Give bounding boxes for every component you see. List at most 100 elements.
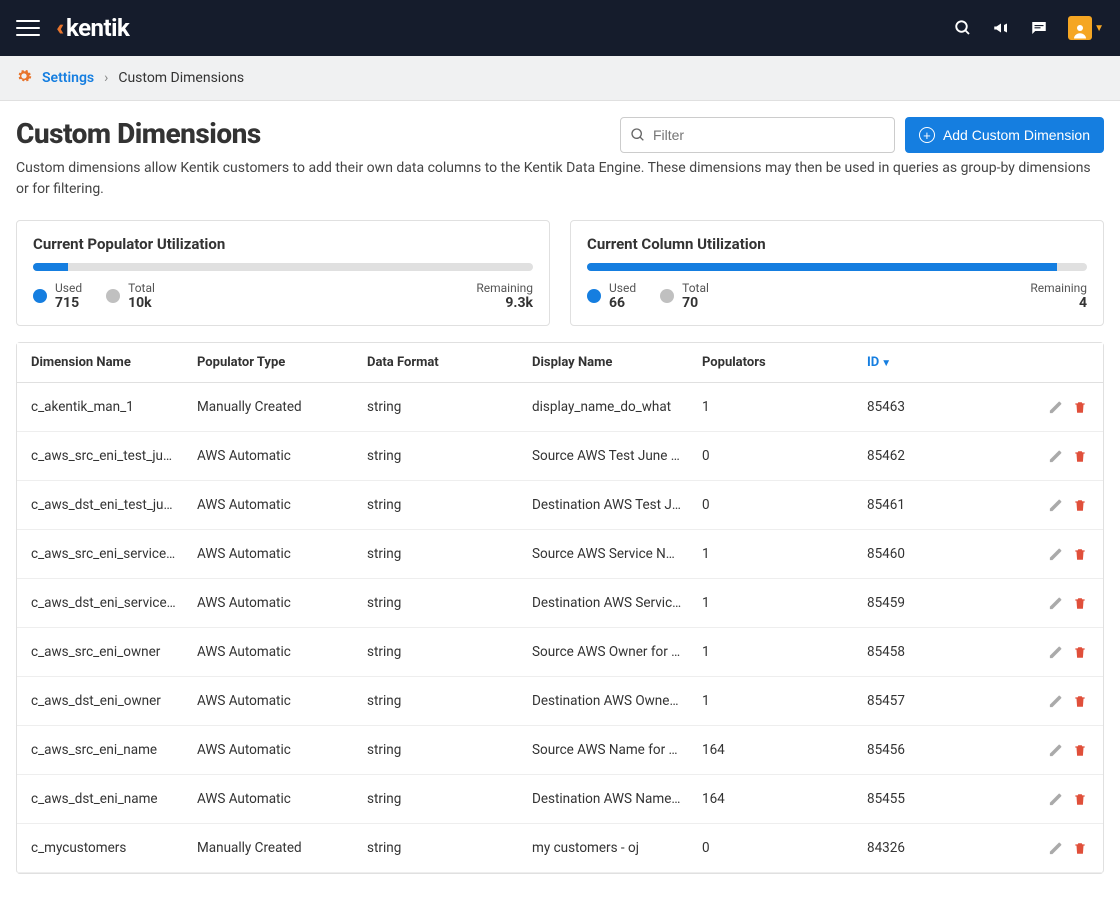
util-stats: Used 66 Total 70 Remaining 4 — [587, 281, 1087, 311]
col-data-format[interactable]: Data Format — [357, 343, 522, 383]
edit-icon[interactable] — [1048, 841, 1063, 856]
trash-icon[interactable] — [1073, 694, 1087, 709]
edit-icon[interactable] — [1048, 645, 1063, 660]
cell-populators: 0 — [692, 432, 857, 481]
cell-populators: 1 — [692, 383, 857, 432]
used-stat: Used 715 — [33, 281, 82, 311]
trash-icon[interactable] — [1073, 645, 1087, 660]
col-display-name[interactable]: Display Name — [522, 343, 692, 383]
col-populator-type[interactable]: Populator Type — [187, 343, 357, 383]
progress-bar — [587, 263, 1087, 271]
topbar-right: ▼ — [954, 16, 1104, 40]
cell-actions — [1027, 481, 1103, 530]
cell-actions — [1027, 530, 1103, 579]
cell-display: Destination AWS Name f... — [522, 775, 692, 824]
table-row[interactable]: c_aws_src_eni_service_n...AWS Automatics… — [17, 530, 1103, 579]
table-row[interactable]: c_aws_src_eni_ownerAWS AutomaticstringSo… — [17, 628, 1103, 677]
cell-poptype: AWS Automatic — [187, 530, 357, 579]
cell-id: 84326 — [857, 824, 1027, 873]
breadcrumb-root[interactable]: Settings — [42, 70, 94, 86]
col-dimension-name[interactable]: Dimension Name — [17, 343, 187, 383]
dimensions-table: Dimension Name Populator Type Data Forma… — [17, 343, 1103, 873]
cell-display: Source AWS Service Nam... — [522, 530, 692, 579]
header-actions: + Add Custom Dimension — [620, 117, 1104, 153]
dot-icon — [106, 289, 120, 303]
cell-actions — [1027, 383, 1103, 432]
cell-format: string — [357, 628, 522, 677]
cell-format: string — [357, 530, 522, 579]
trash-icon[interactable] — [1073, 841, 1087, 856]
edit-icon[interactable] — [1048, 547, 1063, 562]
cell-display: Destination AWS Test Jun... — [522, 481, 692, 530]
chat-icon[interactable] — [1030, 19, 1048, 37]
table-scroll[interactable]: Dimension Name Populator Type Data Forma… — [17, 343, 1103, 873]
trash-icon[interactable] — [1073, 547, 1087, 562]
cell-format: string — [357, 775, 522, 824]
table-row[interactable]: c_aws_dst_eni_nameAWS AutomaticstringDes… — [17, 775, 1103, 824]
edit-icon[interactable] — [1048, 498, 1063, 513]
cell-name: c_aws_dst_eni_name — [17, 775, 187, 824]
used-stat: Used 66 — [587, 281, 636, 311]
utilization-row: Current Populator Utilization Used 715 T… — [16, 220, 1104, 326]
edit-icon[interactable] — [1048, 400, 1063, 415]
table-row[interactable]: c_aws_dst_eni_service_n...AWS Automatics… — [17, 579, 1103, 628]
dimensions-table-wrap: Dimension Name Populator Type Data Forma… — [16, 342, 1104, 874]
search-icon[interactable] — [954, 19, 972, 37]
megaphone-icon[interactable] — [992, 19, 1010, 37]
cell-poptype: AWS Automatic — [187, 579, 357, 628]
col-id[interactable]: ID▼ — [857, 343, 1027, 383]
trash-icon[interactable] — [1073, 792, 1087, 807]
col-populators[interactable]: Populators — [692, 343, 857, 383]
trash-icon[interactable] — [1073, 449, 1087, 464]
edit-icon[interactable] — [1048, 449, 1063, 464]
cell-id: 85455 — [857, 775, 1027, 824]
trash-icon[interactable] — [1073, 596, 1087, 611]
cell-actions — [1027, 628, 1103, 677]
trash-icon[interactable] — [1073, 743, 1087, 758]
add-custom-dimension-button[interactable]: + Add Custom Dimension — [905, 117, 1104, 153]
cell-name: c_aws_dst_eni_test_june — [17, 481, 187, 530]
used-label: Used — [609, 281, 636, 295]
filter-box — [620, 117, 895, 153]
cell-poptype: AWS Automatic — [187, 432, 357, 481]
edit-icon[interactable] — [1048, 694, 1063, 709]
cell-name: c_aws_dst_eni_service_n... — [17, 579, 187, 628]
cell-name: c_mycustomers — [17, 824, 187, 873]
chevron-right-icon: › — [104, 70, 108, 86]
edit-icon[interactable] — [1048, 792, 1063, 807]
cell-name: c_aws_src_eni_service_n... — [17, 530, 187, 579]
trash-icon[interactable] — [1073, 400, 1087, 415]
trash-icon[interactable] — [1073, 498, 1087, 513]
gear-icon — [16, 68, 32, 88]
table-row[interactable]: c_aws_dst_eni_test_juneAWS Automaticstri… — [17, 481, 1103, 530]
logo[interactable]: ‹‹ kentik — [56, 14, 129, 42]
cell-poptype: AWS Automatic — [187, 677, 357, 726]
cell-id: 85463 — [857, 383, 1027, 432]
cell-populators: 1 — [692, 628, 857, 677]
table-row[interactable]: c_aws_src_eni_nameAWS AutomaticstringSou… — [17, 726, 1103, 775]
cell-poptype: AWS Automatic — [187, 481, 357, 530]
filter-input[interactable] — [620, 117, 895, 153]
cell-name: c_akentik_man_1 — [17, 383, 187, 432]
cell-poptype: AWS Automatic — [187, 775, 357, 824]
cell-format: string — [357, 726, 522, 775]
table-row[interactable]: c_aws_dst_eni_ownerAWS AutomaticstringDe… — [17, 677, 1103, 726]
menu-icon[interactable] — [16, 16, 40, 40]
table-row[interactable]: c_aws_src_eni_test_juneAWS Automaticstri… — [17, 432, 1103, 481]
cell-actions — [1027, 579, 1103, 628]
table-row[interactable]: c_mycustomersManually Createdstringmy cu… — [17, 824, 1103, 873]
cell-populators: 164 — [692, 726, 857, 775]
user-menu[interactable]: ▼ — [1068, 16, 1104, 40]
dot-icon — [587, 289, 601, 303]
progress-fill — [587, 263, 1057, 271]
cell-id: 85459 — [857, 579, 1027, 628]
used-label: Used — [55, 281, 82, 295]
caret-down-icon: ▼ — [1094, 23, 1104, 34]
table-row[interactable]: c_akentik_man_1Manually Createdstringdis… — [17, 383, 1103, 432]
page-content: Custom Dimensions + Add Custom Dimension… — [0, 101, 1120, 890]
total-stat: Total 10k — [106, 281, 155, 311]
cell-id: 85458 — [857, 628, 1027, 677]
edit-icon[interactable] — [1048, 596, 1063, 611]
edit-icon[interactable] — [1048, 743, 1063, 758]
remaining-stat: Remaining 9.3k — [476, 281, 533, 311]
